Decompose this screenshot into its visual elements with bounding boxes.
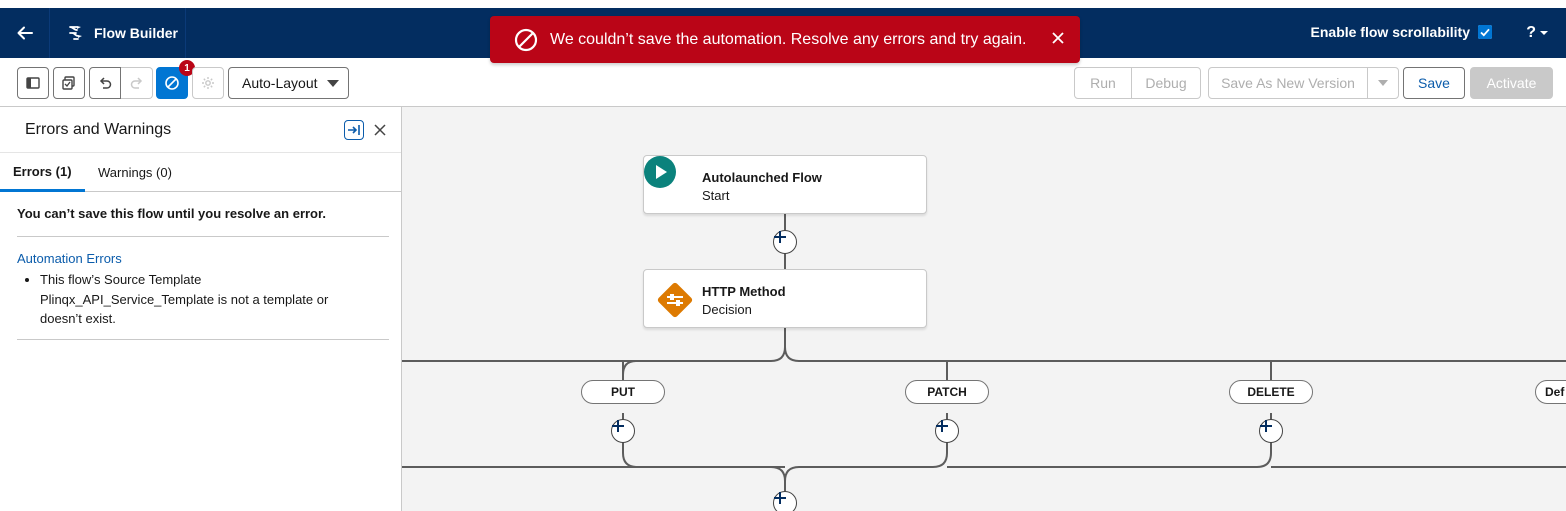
save-button-label: Save — [1418, 75, 1450, 91]
branch-label-delete[interactable]: DELETE — [1229, 380, 1313, 404]
add-element-button[interactable] — [935, 419, 959, 443]
copy-icon — [62, 76, 75, 90]
start-node[interactable]: Autolaunched Flow Start — [643, 155, 927, 214]
redo-icon — [130, 77, 142, 89]
add-element-button[interactable] — [611, 419, 635, 443]
save-as-new-version-button[interactable]: Save As New Version — [1208, 67, 1368, 99]
branch-label-default[interactable]: Def — [1535, 380, 1566, 404]
plus-icon — [774, 492, 786, 504]
error-item: This flow’s Source Template Plinqx_API_S… — [40, 270, 370, 329]
add-element-button[interactable] — [1259, 419, 1283, 443]
tab-warnings-label: Warnings (0) — [98, 165, 172, 180]
save-options-dropdown[interactable] — [1367, 67, 1399, 99]
plus-icon — [936, 420, 948, 432]
flow-canvas[interactable]: Autolaunched Flow Start HTTP Method Deci… — [402, 107, 1566, 511]
divider — [17, 339, 389, 340]
branch-default-text: Def — [1545, 385, 1565, 399]
add-element-button[interactable] — [773, 230, 797, 254]
panel-actions — [344, 120, 387, 140]
undo-icon — [99, 77, 112, 89]
automation-errors-heading: Automation Errors — [17, 251, 122, 266]
back-button[interactable] — [0, 8, 50, 58]
error-summary: You can’t save this flow until you resol… — [17, 206, 326, 221]
redo-button[interactable] — [121, 67, 153, 99]
help-menu-button[interactable]: ? — [1526, 24, 1548, 42]
error-toast: We couldn’t save the automation. Resolve… — [490, 16, 1080, 63]
toast-message: We couldn’t save the automation. Resolve… — [550, 30, 1027, 48]
panel-left-icon — [26, 77, 40, 89]
arrow-left-icon — [17, 26, 33, 40]
errors-warnings-panel: Errors and Warnings Errors (1) Warnings … — [0, 107, 402, 511]
save-as-new-version-label: Save As New Version — [1221, 75, 1355, 91]
toolbar: 1 Auto-Layout Run Debug Save As New Vers… — [0, 58, 1566, 107]
ban-icon — [514, 28, 538, 51]
tab-errors[interactable]: Errors (1) — [0, 153, 85, 192]
activate-button[interactable]: Activate — [1470, 67, 1553, 99]
checkmark-icon — [1478, 25, 1492, 39]
panel-title: Errors and Warnings — [25, 121, 172, 138]
start-node-title: Autolaunched Flow — [702, 170, 822, 185]
scrollability-checkbox[interactable] — [1478, 25, 1492, 39]
chevron-down-icon — [1378, 79, 1388, 86]
run-button-label: Run — [1090, 75, 1116, 91]
debug-button[interactable]: Debug — [1131, 67, 1201, 99]
plus-icon — [612, 420, 624, 432]
layout-select-value: Auto-Layout — [242, 75, 318, 91]
branch-patch-text: PATCH — [927, 385, 967, 399]
decision-icon — [657, 282, 693, 318]
ban-icon — [165, 76, 179, 90]
run-button[interactable]: Run — [1074, 67, 1132, 99]
close-icon[interactable] — [1050, 30, 1066, 46]
flow-properties-button[interactable] — [53, 67, 85, 99]
activate-button-label: Activate — [1486, 75, 1537, 91]
connector-lines — [402, 214, 1566, 511]
tab-warnings[interactable]: Warnings (0) — [98, 153, 172, 192]
window-top-edge — [0, 0, 1566, 8]
tab-errors-label: Errors (1) — [13, 163, 72, 179]
scrollability-label: Enable flow scrollability — [1310, 24, 1470, 40]
decision-node[interactable]: HTTP Method Decision — [643, 269, 927, 328]
branch-label-put[interactable]: PUT — [581, 380, 665, 404]
flow-icon — [65, 22, 87, 44]
play-icon — [644, 156, 676, 188]
panel-tabs: Errors (1) Warnings (0) — [0, 152, 401, 192]
branch-put-text: PUT — [611, 385, 635, 399]
undo-button[interactable] — [89, 67, 121, 99]
add-element-button[interactable] — [773, 491, 797, 511]
chevron-down-icon — [1540, 31, 1548, 35]
dock-right-icon — [348, 125, 360, 135]
debug-button-label: Debug — [1145, 75, 1187, 91]
gear-icon — [202, 77, 214, 89]
errors-warnings-button[interactable]: 1 — [156, 60, 195, 99]
dock-panel-button[interactable] — [344, 120, 364, 140]
app-title: Flow Builder — [94, 25, 178, 41]
plus-icon — [1260, 420, 1272, 432]
decision-node-title: HTTP Method — [702, 284, 786, 299]
save-button[interactable]: Save — [1403, 67, 1465, 99]
error-list: This flow’s Source Template Plinqx_API_S… — [40, 270, 370, 329]
branch-label-patch[interactable]: PATCH — [905, 380, 989, 404]
toggle-toolbox-button[interactable] — [17, 67, 49, 99]
help-icon: ? — [1526, 24, 1536, 41]
start-node-subtitle: Start — [702, 188, 730, 203]
close-icon[interactable] — [373, 123, 387, 137]
flow-scrollability-toggle[interactable]: Enable flow scrollability — [1311, 24, 1492, 40]
chevron-down-icon — [327, 80, 339, 87]
layout-select[interactable]: Auto-Layout — [228, 67, 349, 99]
app-title-block: Flow Builder — [50, 8, 186, 58]
divider — [17, 236, 389, 237]
branch-delete-text: DELETE — [1247, 385, 1295, 399]
plus-icon — [774, 231, 786, 243]
settings-button[interactable] — [192, 67, 224, 99]
decision-node-subtitle: Decision — [702, 302, 752, 317]
